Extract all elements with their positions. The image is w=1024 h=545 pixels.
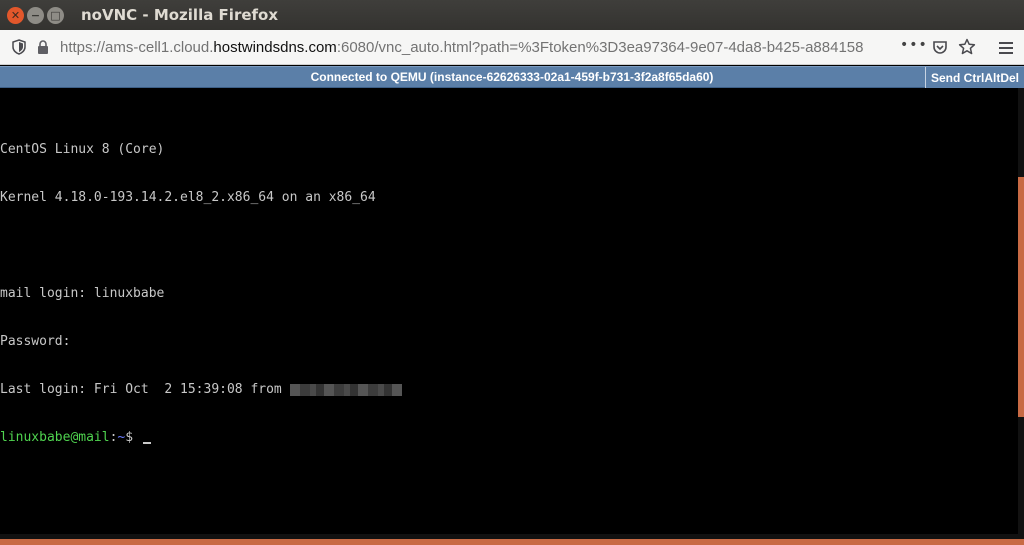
url-suffix: :6080/vnc_auto.html?path=%3Ftoken%3D3ea9… xyxy=(336,38,864,56)
horizontal-scrollbar-thumb[interactable] xyxy=(0,539,1024,545)
console-prompt-line: linuxbabe@mail:~$ xyxy=(0,430,402,446)
vnc-console-screen[interactable]: CentOS Linux 8 (Core) Kernel 4.18.0-193.… xyxy=(0,88,1018,534)
console-line: mail login: linuxbabe xyxy=(0,286,165,301)
navigation-bar: https://ams-cell1.cloud.hostwindsdns.com… xyxy=(0,30,1024,65)
console-line: Kernel 4.18.0-193.14.2.el8_2.x86_64 on a… xyxy=(0,190,376,205)
window-close-button[interactable]: ✕ xyxy=(7,6,24,24)
console-line: CentOS Linux 8 (Core) xyxy=(0,142,165,157)
minimize-icon: − xyxy=(30,8,41,22)
close-icon: ✕ xyxy=(10,8,21,22)
shield-icon[interactable] xyxy=(8,36,30,58)
console-last-login-line: Last login: Fri Oct 2 15:39:08 from xyxy=(0,382,402,398)
text-cursor xyxy=(142,442,151,444)
url-bar[interactable]: https://ams-cell1.cloud.hostwindsdns.com… xyxy=(4,33,986,61)
url-domain: hostwindsdns.com xyxy=(213,38,337,56)
page-actions-button[interactable]: ••• xyxy=(900,37,928,53)
prompt-symbol: $ xyxy=(125,430,141,445)
bookmark-star-icon[interactable] xyxy=(956,36,978,58)
lock-icon[interactable] xyxy=(32,36,54,58)
title-bar: ✕ − □ noVNC - Mozilla Firefox xyxy=(0,0,1024,30)
pocket-icon[interactable] xyxy=(929,36,951,58)
vnc-connection-status: Connected to QEMU (instance-62626333-02a… xyxy=(310,70,714,84)
vertical-scrollbar-thumb[interactable] xyxy=(1018,177,1024,417)
url-prefix: https://ams-cell1.cloud. xyxy=(60,38,214,56)
maximize-icon: □ xyxy=(50,8,61,22)
window-title: noVNC - Mozilla Firefox xyxy=(81,6,279,24)
window-minimize-button[interactable]: − xyxy=(27,6,44,24)
vnc-status-bar: Connected to QEMU (instance-62626333-02a… xyxy=(0,66,1024,88)
send-ctrl-alt-del-button[interactable]: Send CtrlAltDel xyxy=(925,67,1024,88)
window-maximize-button[interactable]: □ xyxy=(47,6,64,24)
console-text: CentOS Linux 8 (Core) Kernel 4.18.0-193.… xyxy=(0,110,402,478)
redacted-ip xyxy=(289,383,402,396)
hamburger-menu-icon[interactable] xyxy=(995,37,1017,59)
url-text[interactable]: https://ams-cell1.cloud.hostwindsdns.com… xyxy=(60,39,890,56)
console-line: Password: xyxy=(0,334,71,349)
prompt-user: linuxbabe@mail xyxy=(0,430,110,445)
last-login-text: Last login: Fri Oct 2 15:39:08 from xyxy=(0,382,290,397)
